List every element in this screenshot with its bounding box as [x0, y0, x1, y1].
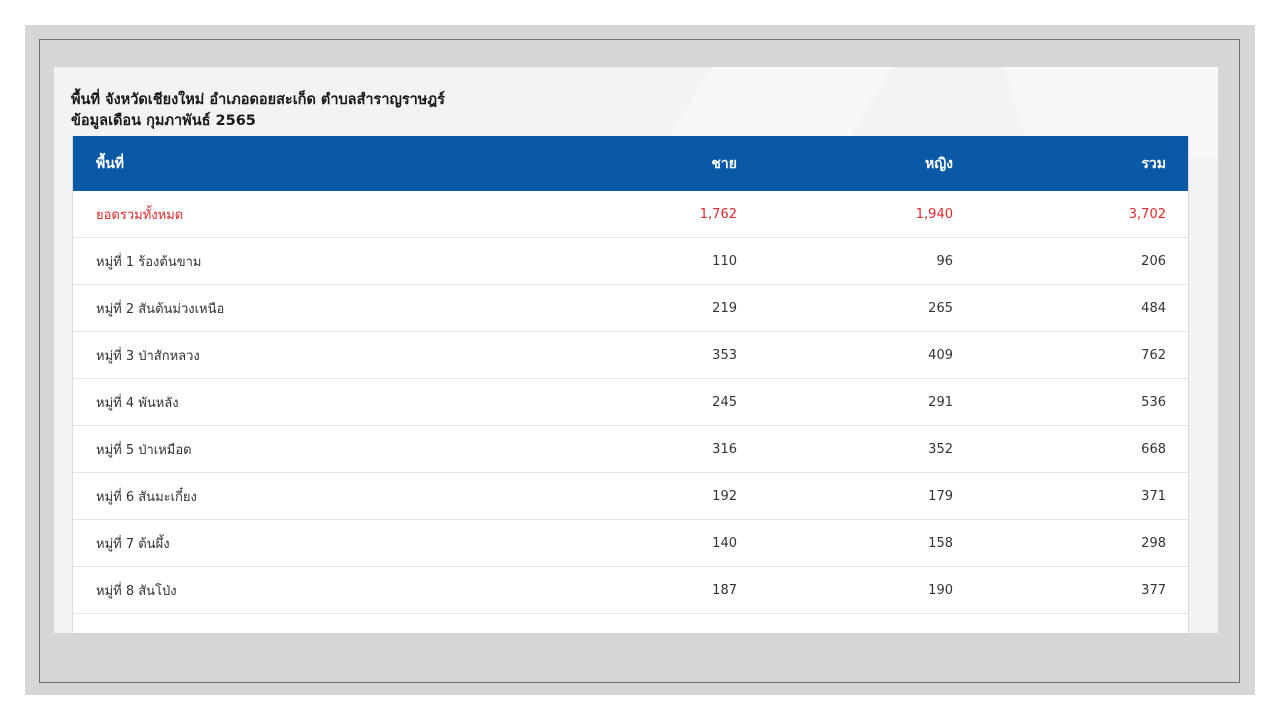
village-name: หมู่ที่ 6 สันมะเกี๋ยง	[96, 489, 197, 505]
village-name: หมู่ที่ 1 ร้องต้นขาม	[96, 254, 202, 270]
female-count: 158	[928, 535, 953, 551]
male-count: 245	[712, 394, 737, 410]
total-row: ยอดรวมทั้งหมด 1,762 1,940 3,702	[73, 191, 1188, 238]
male-count: 140	[712, 535, 737, 551]
table-row: หมู่ที่ 3 ป่าสักหลวง 353 409 762	[73, 332, 1188, 379]
village-name: หมู่ที่ 2 สันต้นม่วงเหนือ	[96, 301, 225, 317]
row-total: 377	[1141, 582, 1166, 598]
female-count: 190	[928, 582, 953, 598]
female-count: 96	[936, 253, 953, 269]
table-header: พื้นที่ ชาย หญิง รวม	[73, 136, 1188, 191]
male-count: 110	[712, 253, 737, 269]
female-count: 291	[928, 394, 953, 410]
total-label: ยอดรวมทั้งหมด	[96, 207, 184, 223]
village-name: หมู่ที่ 7 ต้นผึ้ง	[96, 536, 170, 552]
row-total: 206	[1141, 253, 1166, 269]
male-count: 192	[712, 488, 737, 504]
village-name: หมู่ที่ 4 พันหลัง	[96, 395, 179, 411]
village-name: หมู่ที่ 3 ป่าสักหลวง	[96, 348, 200, 364]
table-row: หมู่ที่ 7 ต้นผึ้ง 140 158 298	[73, 520, 1188, 567]
female-count: 179	[928, 488, 953, 504]
table-row: หมู่ที่ 6 สันมะเกี๋ยง 192 179 371	[73, 473, 1188, 520]
population-table: พื้นที่ ชาย หญิง รวม ยอดรวมทั้งหมด 1,762…	[72, 136, 1189, 633]
column-header-female: หญิง	[925, 155, 953, 172]
row-total: 668	[1141, 441, 1166, 457]
total-sum: 3,702	[1128, 206, 1166, 222]
female-count: 352	[928, 441, 953, 457]
row-total: 371	[1141, 488, 1166, 504]
column-header-total: รวม	[1141, 155, 1166, 172]
male-count: 316	[712, 441, 737, 457]
row-total: 298	[1141, 535, 1166, 551]
column-header-male: ชาย	[711, 155, 737, 172]
female-count: 409	[928, 347, 953, 363]
village-name: หมู่ที่ 8 สันโป่ง	[96, 583, 177, 599]
area-heading: พื้นที่ จังหวัดเชียงใหม่ อำเภอดอยสะเก็ด …	[71, 90, 445, 132]
table-row: หมู่ที่ 2 สันต้นม่วงเหนือ 219 265 484	[73, 285, 1188, 332]
data-month: ข้อมูลเดือน กุมภาพันธ์ 2565	[71, 113, 256, 129]
area-title: พื้นที่ จังหวัดเชียงใหม่ อำเภอดอยสะเก็ด …	[71, 92, 445, 108]
table-row: หมู่ที่ 8 สันโป่ง 187 190 377	[73, 567, 1188, 614]
village-name: หมู่ที่ 5 ป่าเหมือด	[96, 442, 192, 458]
column-header-area: พื้นที่	[96, 155, 125, 172]
table-row: หมู่ที่ 5 ป่าเหมือด 316 352 668	[73, 426, 1188, 473]
male-count: 353	[712, 347, 737, 363]
total-male: 1,762	[699, 206, 737, 222]
table-row: หมู่ที่ 1 ร้องต้นขาม 110 96 206	[73, 238, 1188, 285]
table-row: หมู่ที่ 4 พันหลัง 245 291 536	[73, 379, 1188, 426]
male-count: 219	[712, 300, 737, 316]
total-female: 1,940	[915, 206, 953, 222]
row-total: 484	[1141, 300, 1166, 316]
row-total: 762	[1141, 347, 1166, 363]
female-count: 265	[928, 300, 953, 316]
row-total: 536	[1141, 394, 1166, 410]
male-count: 187	[712, 582, 737, 598]
